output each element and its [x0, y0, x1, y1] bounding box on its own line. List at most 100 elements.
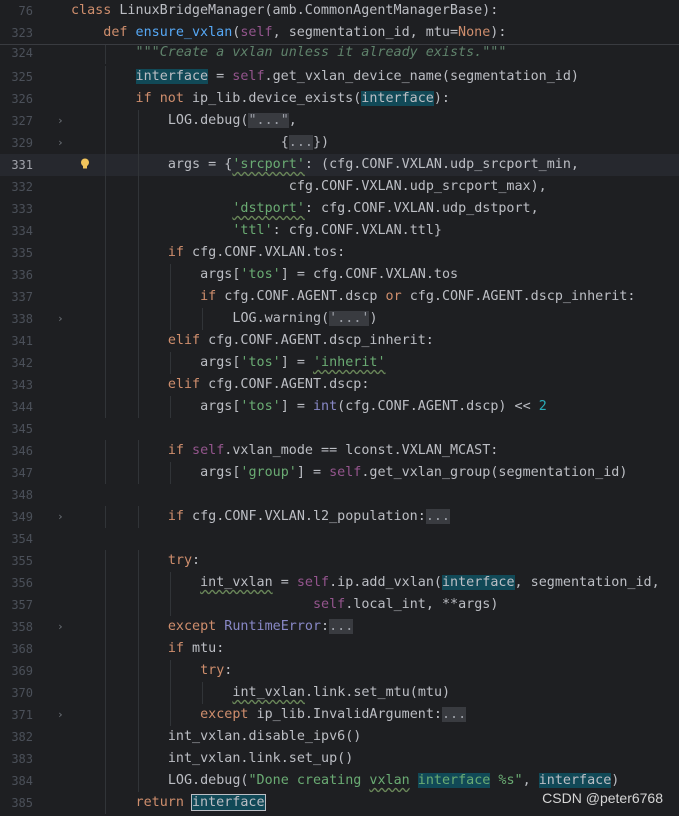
code-line[interactable]: 341 elif cfg.CONF.AGENT.dscp_inherit: — [0, 330, 679, 352]
code-content[interactable]: int_vxlan.link.set_up() — [168, 748, 353, 770]
code-content[interactable]: args = {'srcport': (cfg.CONF.VXLAN.udp_s… — [168, 154, 579, 176]
code-content[interactable]: int_vxlan.disable_ipv6() — [168, 726, 361, 748]
code-content[interactable]: """Create a vxlan unless it already exis… — [136, 42, 507, 64]
folded-string-placeholder[interactable]: "..." — [248, 113, 289, 128]
folded-code-placeholder[interactable]: ... — [441, 707, 467, 722]
code-content[interactable]: cfg.CONF.VXLAN.udp_srcport_max), — [168, 176, 547, 198]
code-content[interactable]: if self.vxlan_mode == lconst.VXLAN_MCAST… — [168, 440, 499, 462]
indent-guide — [137, 374, 139, 396]
code-content[interactable]: interface = self.get_vxlan_device_name(s… — [135, 66, 579, 88]
folded-code-placeholder[interactable]: ... — [329, 619, 354, 634]
code-line[interactable]: 348 — [0, 484, 679, 506]
code-content[interactable]: elif cfg.CONF.AGENT.dscp: — [168, 374, 370, 396]
code-editor[interactable]: 324 """Create a vxlan unless it already e… — [0, 0, 679, 816]
code-content[interactable]: args['tos'] = cfg.CONF.VXLAN.tos — [200, 264, 458, 286]
indent-guide — [105, 704, 107, 726]
sticky-line[interactable]: 76 class LinuxBridgeManager(amb.CommonAge… — [0, 0, 679, 22]
folded-code-placeholder[interactable]: ... — [288, 135, 313, 150]
code-line[interactable]: 327 › LOG.debug("...", — [0, 110, 679, 132]
code-line[interactable]: 324 """Create a vxlan unless it already e… — [0, 42, 679, 64]
code-line[interactable]: 336 args['tos'] = cfg.CONF.VXLAN.tos — [0, 264, 679, 286]
fold-chevron-icon[interactable]: › — [57, 308, 64, 330]
folded-string-placeholder[interactable]: '...' — [329, 311, 370, 326]
code-line[interactable]: 383 int_vxlan.link.set_up() — [0, 748, 679, 770]
code-line[interactable]: 344 args['tos'] = int(cfg.CONF.AGENT.dscp… — [0, 396, 679, 418]
code-line[interactable]: 356 int_vxlan = self.ip.add_vxlan(interfa… — [0, 572, 679, 594]
code-line[interactable]: 369 try: — [0, 660, 679, 682]
code-content[interactable]: LOG.warning('...') — [232, 308, 378, 330]
line-number: 354 — [11, 532, 33, 546]
code-line[interactable]: 338 › LOG.warning('...') — [0, 308, 679, 330]
code-line[interactable]: 345 — [0, 418, 679, 440]
code-line[interactable]: 343 elif cfg.CONF.AGENT.dscp: — [0, 374, 679, 396]
code-content[interactable]: int_vxlan = self.ip.add_vxlan(interface,… — [200, 572, 660, 594]
code-line[interactable]: 329 › {...}) — [0, 132, 679, 154]
fold-chevron-icon[interactable]: › — [57, 506, 64, 528]
code-line[interactable]: 347 args['group'] = self.get_vxlan_group(… — [0, 462, 679, 484]
lightbulb-icon[interactable] — [80, 158, 90, 170]
code-content[interactable]: except ip_lib.InvalidArgument:... — [200, 704, 467, 726]
code-line[interactable]: 371 › except ip_lib.InvalidArgument:... — [0, 704, 679, 726]
indent-guide — [137, 176, 139, 198]
code-content[interactable]: if not ip_lib.device_exists(interface): — [136, 88, 450, 110]
code-line[interactable]: 325 interface = self.get_vxlan_device_nam… — [0, 66, 679, 88]
code-line[interactable]: 337 if cfg.CONF.AGENT.dscp or cfg.CONF.AG… — [0, 286, 679, 308]
code-line[interactable]: 368 if mtu: — [0, 638, 679, 660]
code-content[interactable]: def ensure_vxlan(self, segmentation_id, … — [103, 22, 506, 44]
code-line[interactable]: 384 LOG.debug("Done creating vxlan interf… — [0, 770, 679, 792]
indent-guide — [169, 594, 171, 616]
code-content[interactable]: class LinuxBridgeManager(amb.CommonAgent… — [71, 0, 498, 22]
line-number: 323 — [11, 26, 33, 40]
code-line[interactable]: 332 cfg.CONF.VXLAN.udp_srcport_max), — [0, 176, 679, 198]
code-content[interactable]: if mtu: — [168, 638, 224, 660]
code-content[interactable]: if cfg.CONF.VXLAN.tos: — [168, 242, 345, 264]
folded-code-placeholder[interactable]: ... — [425, 509, 450, 524]
code-line[interactable]: 333 'dstport': cfg.CONF.VXLAN.udp_dstpor… — [0, 198, 679, 220]
code-content[interactable]: args['group'] = self.get_vxlan_group(seg… — [200, 462, 627, 484]
code-content[interactable]: try: — [200, 660, 232, 682]
fold-chevron-icon[interactable]: › — [57, 132, 64, 154]
fold-chevron-icon[interactable]: › — [57, 110, 64, 132]
code-content[interactable]: except RuntimeError:... — [168, 616, 354, 638]
code-content[interactable]: 'dstport': cfg.CONF.VXLAN.udp_dstport, — [168, 198, 538, 220]
line-number: 344 — [11, 400, 33, 414]
sticky-line[interactable]: 323 def ensure_vxlan(self, segmentation_i… — [0, 22, 679, 44]
code-text: ): — [490, 25, 507, 40]
code-content[interactable]: self.local_int, **args) — [200, 594, 498, 616]
code-content[interactable]: LOG.debug("...", — [168, 110, 297, 132]
code-line[interactable]: 357 self.local_int, **args) — [0, 594, 679, 616]
code-line[interactable]: 326 if not ip_lib.device_exists(interface… — [0, 88, 679, 110]
code-line[interactable]: 354 — [0, 528, 679, 550]
code-text: , — [522, 773, 539, 788]
code-line[interactable]: 358 › except RuntimeError:... — [0, 616, 679, 638]
code-line[interactable]: 331 args = {'srcport': (cfg.CONF.VXLAN.ud… — [0, 154, 679, 176]
code-content[interactable]: elif cfg.CONF.AGENT.dscp_inherit: — [168, 330, 434, 352]
code-content[interactable]: LOG.debug("Done creating vxlan interface… — [168, 770, 619, 792]
fold-chevron-icon[interactable]: › — [57, 704, 64, 726]
self-keyword: self — [296, 575, 330, 590]
code-content[interactable]: int_vxlan.link.set_mtu(mtu) — [232, 682, 450, 704]
keyword: try — [167, 553, 193, 568]
code-content[interactable]: try: — [168, 550, 200, 572]
code-content[interactable]: if cfg.CONF.AGENT.dscp or cfg.CONF.AGENT… — [200, 286, 635, 308]
code-line[interactable]: 370 int_vxlan.link.set_mtu(mtu) — [0, 682, 679, 704]
code-content[interactable]: {...}) — [168, 132, 329, 154]
code-content[interactable]: if cfg.CONF.VXLAN.l2_population:... — [168, 506, 450, 528]
code-content[interactable]: args['tos'] = 'inherit' — [200, 352, 385, 374]
code-content[interactable]: 'ttl': cfg.CONF.VXLAN.ttl} — [168, 220, 442, 242]
code-line[interactable]: 382 int_vxlan.disable_ipv6() — [0, 726, 679, 748]
code-line[interactable]: 355 try: — [0, 550, 679, 572]
indent-guide — [169, 286, 171, 308]
code-content[interactable]: args['tos'] = int(cfg.CONF.AGENT.dscp) <… — [200, 396, 547, 418]
code-line[interactable]: 349 › if cfg.CONF.VXLAN.l2_population:... — [0, 506, 679, 528]
indent-guide — [105, 352, 107, 374]
code-line[interactable]: 346 if self.vxlan_mode == lconst.VXLAN_MC… — [0, 440, 679, 462]
code-line[interactable]: 334 'ttl': cfg.CONF.VXLAN.ttl} — [0, 220, 679, 242]
code-line[interactable]: 342 args['tos'] = 'inherit' — [0, 352, 679, 374]
code-content[interactable]: return interface — [136, 792, 266, 814]
code-line[interactable]: 335 if cfg.CONF.VXLAN.tos: — [0, 242, 679, 264]
indent-guide — [137, 462, 139, 484]
code-text: ] = — [296, 465, 330, 480]
fold-chevron-icon[interactable]: › — [57, 616, 64, 638]
